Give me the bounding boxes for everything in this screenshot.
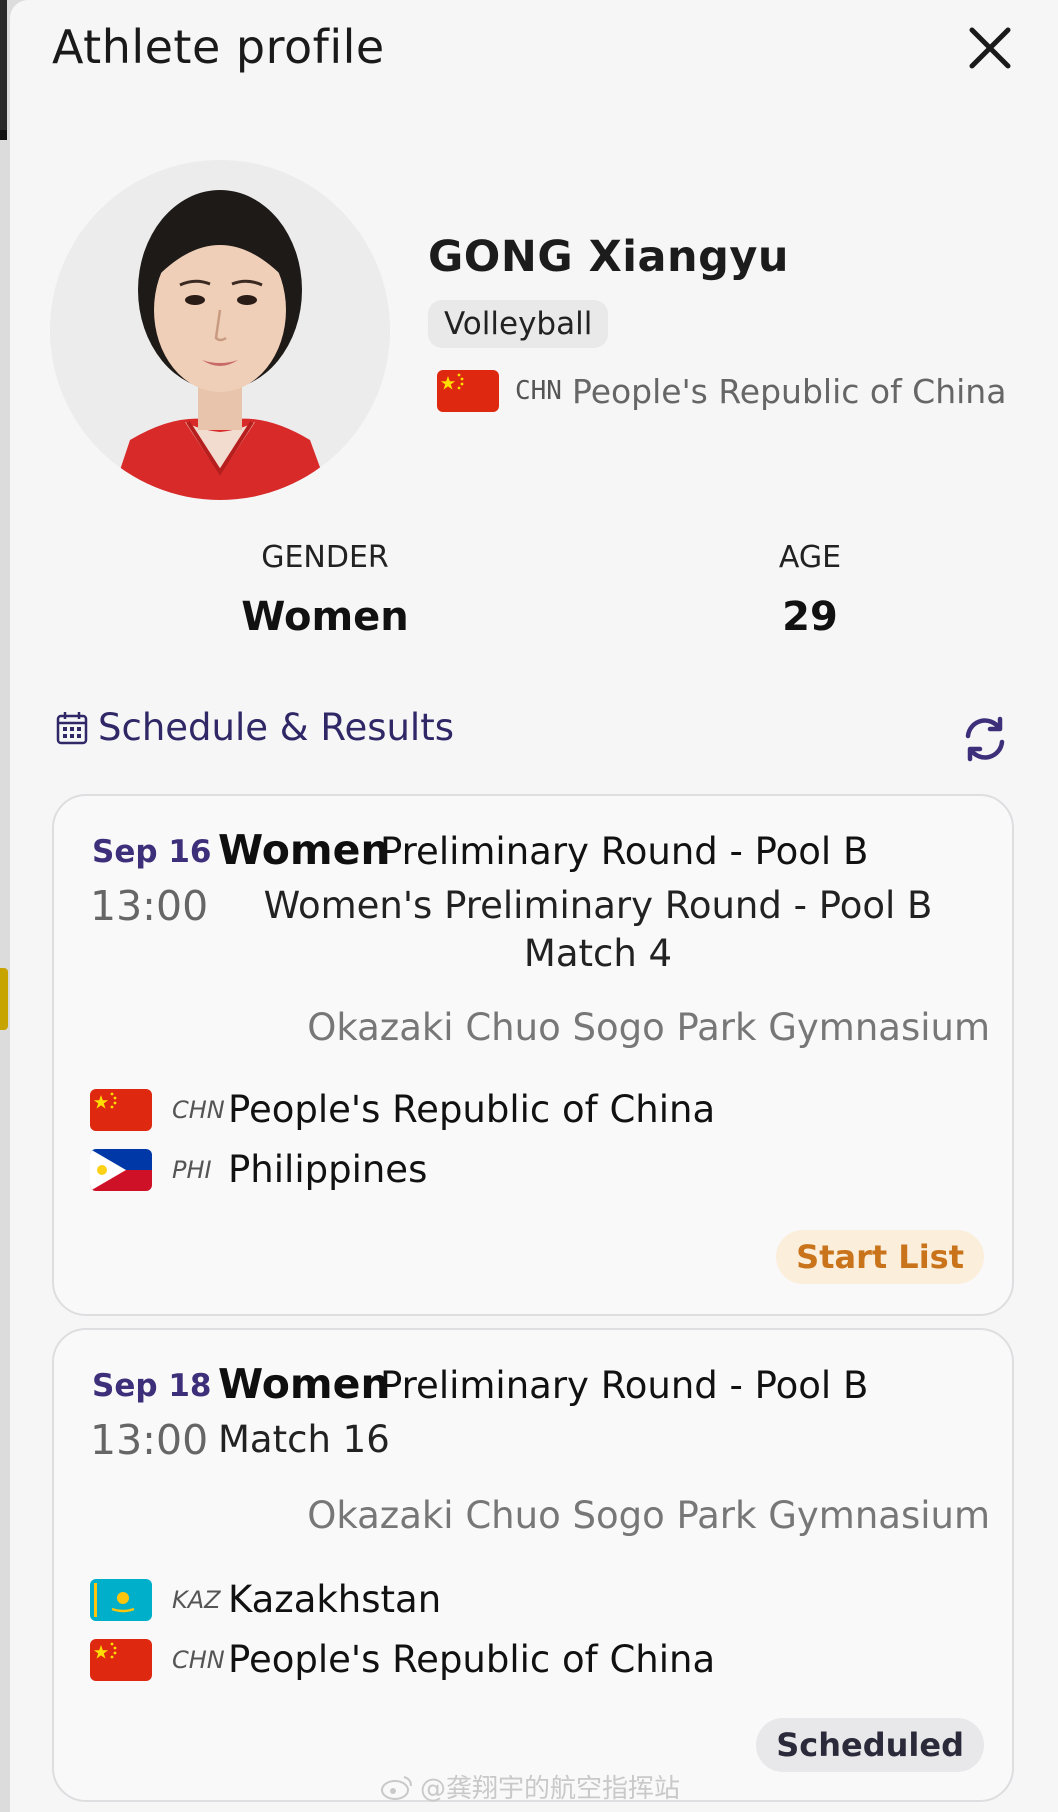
schedule-header: Schedule & Results: [56, 706, 454, 749]
match-venue: Okazaki Chuo Sogo Park Gymnasium: [307, 1006, 990, 1049]
match-round: Preliminary Round - Pool B: [380, 1364, 869, 1407]
athlete-avatar: [50, 160, 390, 500]
team-code: PHI: [172, 1155, 212, 1184]
close-icon: [969, 27, 1011, 69]
refresh-button[interactable]: [960, 714, 1010, 764]
match-card[interactable]: Sep 16 13:00 Women Preliminary Round - P…: [52, 794, 1014, 1316]
watermark: @龚翔宇的航空指挥站: [380, 1768, 680, 1805]
status-badge: Scheduled: [756, 1718, 984, 1772]
sport-badge: Volleyball: [428, 300, 609, 348]
gender-label: GENDER: [261, 540, 389, 575]
athlete-name: GONG Xiangyu: [428, 232, 790, 282]
team-row: CHN People's Republic of China: [90, 1638, 715, 1681]
edge-bar-top: [0, 0, 7, 130]
team-row: CHN People's Republic of China: [90, 1088, 715, 1131]
match-gender: Women: [218, 1360, 390, 1408]
kazakhstan-flag-icon: [90, 1578, 152, 1621]
match-time: 13:00: [90, 882, 209, 930]
match-round: Preliminary Round - Pool B: [380, 830, 869, 873]
edge-accent: [0, 968, 8, 1030]
team-row: KAZ Kazakhstan: [90, 1578, 441, 1621]
china-flag-icon: [90, 1638, 152, 1681]
page-title: Athlete profile: [52, 20, 385, 74]
china-flag-icon: [437, 370, 499, 412]
gender-value: Women: [241, 594, 409, 640]
match-date: Sep 18: [92, 1368, 212, 1404]
team-code: CHN: [172, 1645, 225, 1674]
team-name: People's Republic of China: [228, 1088, 716, 1131]
philippines-flag-icon: [90, 1148, 152, 1191]
match-date: Sep 16: [92, 834, 212, 870]
china-flag-icon: [90, 1088, 152, 1131]
age-value: 29: [782, 594, 838, 640]
team-name: Philippines: [228, 1148, 428, 1191]
team-name: People's Republic of China: [228, 1638, 716, 1681]
match-event-line: Women's Preliminary Round - Pool B: [263, 884, 933, 927]
weibo-icon: [381, 1775, 412, 1800]
match-venue: Okazaki Chuo Sogo Park Gymnasium: [307, 1494, 990, 1537]
athlete-profile-panel: Athlete profile GONG Xiangyu Volleyball …: [10, 0, 1058, 1812]
edge-bar-mid: [0, 130, 7, 140]
country-name: People's Republic of China: [571, 371, 1007, 411]
team-code: CHN: [172, 1095, 225, 1124]
match-time: 13:00: [90, 1416, 209, 1464]
athlete-country: CHN People's Republic of China: [437, 368, 1006, 414]
close-button[interactable]: [962, 20, 1018, 76]
age-label: AGE: [778, 540, 842, 575]
athlete-photo: [50, 160, 390, 500]
calendar-icon: [56, 711, 88, 744]
schedule-title: Schedule & Results: [98, 706, 454, 749]
watermark-text: @龚翔宇的航空指挥站: [420, 1774, 681, 1804]
country-code: CHN: [515, 376, 562, 406]
start-list-button[interactable]: Start List: [776, 1230, 984, 1284]
team-code: KAZ: [172, 1585, 221, 1614]
team-name: Kazakhstan: [228, 1578, 442, 1621]
match-number: Match 4: [523, 932, 673, 975]
refresh-icon: [965, 716, 1005, 762]
match-number: Match 16: [218, 1418, 390, 1461]
match-event-title: Women's Preliminary Round - Pool B Match…: [218, 882, 978, 978]
team-row: PHI Philippines: [90, 1148, 427, 1191]
match-card[interactable]: Sep 18 13:00 Women Preliminary Round - P…: [52, 1328, 1014, 1802]
match-gender: Women: [218, 826, 390, 874]
